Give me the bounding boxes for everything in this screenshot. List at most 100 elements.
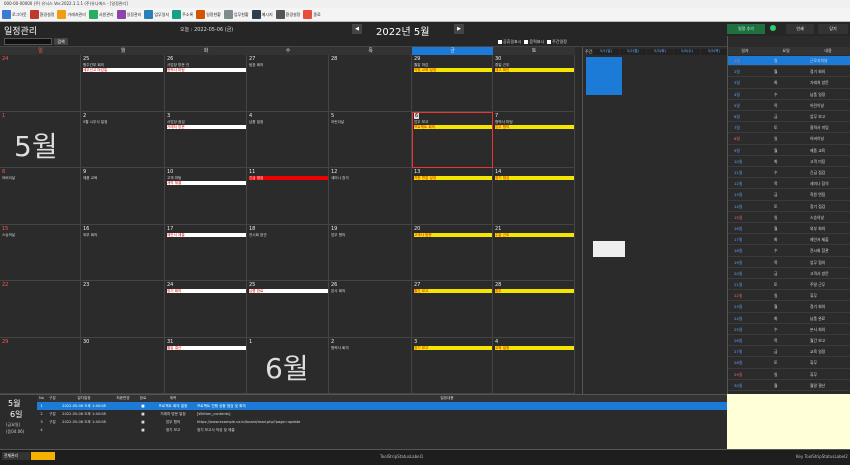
table-row[interactable]: 1 2022-05-06 오후 1:40:08 ■ 프로젝트 회의 일정 프로젝트 진행… (37, 402, 727, 410)
toolbar-button[interactable]: 일정관리 (116, 9, 141, 20)
calendar-day[interactable]: 7 협력사 미팅 업무 협의 (493, 111, 575, 168)
calendar-event[interactable]: 어린이날 (331, 120, 411, 124)
table-cell[interactable]: ■ (137, 410, 149, 418)
status-tab-active[interactable] (31, 452, 55, 460)
calendar-event[interactable]: 외부 회의 (83, 233, 163, 237)
table-row[interactable]: 3 구분 2022-05-06 오후 1:40:08 ■ 업무 협의 https://ww… (37, 418, 727, 426)
list-item[interactable]: 5일 목 어린이날 (728, 101, 850, 112)
calendar-event[interactable]: 세미나 참석 (331, 176, 411, 180)
calendar-event[interactable]: 휴무 (495, 289, 574, 293)
calendar-event[interactable]: 본사 회의 (331, 289, 411, 293)
calendar-day[interactable]: 4 납품 일정 (247, 111, 329, 168)
calendar-event[interactable]: 협력사 미팅 (167, 68, 246, 72)
list-item[interactable]: 22일 일 휴무 (728, 291, 850, 302)
list-item[interactable]: 3일 화 거래처 방문 (728, 78, 850, 89)
calendar-day[interactable]: 12 세미나 참석 (329, 168, 412, 225)
status-tab-manage[interactable]: 전체관리 (2, 452, 30, 460)
calendar-event[interactable]: 계약 체결 (167, 181, 246, 185)
list-item[interactable]: 9일 월 제품 교육 (728, 146, 850, 156)
toolbar-button[interactable]: 환경설정 (275, 9, 300, 20)
list-item[interactable]: 11일 수 긴급 점검 (728, 168, 850, 179)
refresh-icon[interactable] (770, 25, 776, 31)
calendar-event[interactable]: 정기 점검 (495, 176, 574, 180)
list-item[interactable]: 30일 월 월말 결산 (728, 381, 850, 392)
calendar-event[interactable]: 스승의날 (2, 233, 80, 237)
list-item[interactable]: 19일 목 업무 협의 (728, 258, 850, 268)
toolbar-button[interactable]: 일정현황 (196, 9, 221, 20)
calendar-event[interactable]: 직원 면접 일정 (414, 176, 492, 180)
table-row[interactable]: 2 구분 2022-05-06 오후 1:40:08 ■ 거래처 방문 일정 [Writt… (37, 410, 727, 418)
calendar-event[interactable]: 휴일 근무 (495, 63, 574, 67)
week-note-block[interactable] (593, 241, 625, 257)
toolbar-button[interactable]: 업무현황 (223, 9, 249, 20)
list-item[interactable]: 21일 토 주말 근무 (728, 280, 850, 291)
list-item[interactable]: 6일 금 업무 보고 (728, 112, 850, 123)
calendar-day[interactable]: 26 본사 회의 (329, 281, 412, 338)
toolbar-button[interactable]: 거래처관리 (57, 9, 86, 20)
calendar-event[interactable]: 고객사 방문 (414, 232, 492, 237)
filter-checkbox[interactable]: 공휴일표시 (498, 38, 521, 45)
calendar-day[interactable]: 15 스승의날 (0, 224, 81, 281)
list-item[interactable]: 10일 화 고객 미팅 (728, 157, 850, 168)
list-item[interactable]: 12일 목 세미나 참석 (728, 179, 850, 190)
calendar-day[interactable]: 3 사업장 점검 거래처 방문 (165, 111, 247, 168)
table-row[interactable]: 4 ■ 정기 보고 정기 보고서 작성 및 제출 (37, 426, 727, 434)
list-item[interactable]: 13일 금 직원 면접 (728, 190, 850, 201)
toolbar-button[interactable]: 주소록 (172, 9, 193, 20)
calendar-day[interactable]: 30 휴일 근무 재고 확인 (493, 55, 575, 112)
calendar-event[interactable]: 제품 교육 (83, 176, 163, 180)
calendar-day[interactable]: 24 정기 회의 (165, 281, 247, 338)
calendar-event[interactable]: 납품 일정 (249, 120, 328, 124)
calendar-day[interactable]: 3 정기 보고 (412, 337, 493, 394)
list-item[interactable]: 20일 금 고객사 방문 (728, 269, 850, 280)
toolbar-button[interactable]: 사원관리 (88, 9, 114, 20)
prev-month-button[interactable]: ◀ (352, 24, 362, 34)
calendar-day[interactable]: 20 고객사 방문 (412, 224, 493, 281)
list-item[interactable]: 25일 수 본사 회의 (728, 325, 850, 336)
calendar-event[interactable]: 거래처 방문 (167, 124, 246, 129)
list-item[interactable]: 17일 화 제안서 제출 (728, 235, 850, 246)
calendar-event[interactable]: 팀장 회의 (249, 63, 328, 67)
calendar-event[interactable]: 사업장 방문 건 (167, 63, 246, 67)
calendar-day[interactable]: 11 긴급 점검 (247, 168, 329, 225)
filter-checkbox[interactable]: 주간일정 (547, 38, 567, 45)
week-highlight-block[interactable] (586, 57, 622, 95)
calendar-day[interactable]: 27 월간 보고 (412, 281, 493, 338)
calendar-day[interactable]: 26 사업장 방문 건 협력사 미팅 (165, 55, 247, 112)
toolbar-button[interactable]: 환경설정 (29, 9, 54, 20)
close-button[interactable]: 닫기 (818, 24, 848, 34)
calendar-event[interactable]: 월말 마감 (414, 63, 492, 67)
calendar-event[interactable]: 협력사 미팅 (495, 120, 574, 124)
print-button[interactable]: 인쇄 (786, 24, 814, 34)
calendar-day[interactable]: 21 주말 근무 (493, 224, 575, 281)
calendar-day[interactable]: 24 (0, 55, 81, 112)
calendar-day[interactable]: 5 어린이날 (329, 111, 412, 168)
list-item[interactable]: 8일 일 어버이날 (728, 134, 850, 145)
calendar-event[interactable]: 업무 협의 (495, 124, 574, 129)
calendar-day[interactable]: 22 (0, 281, 81, 338)
list-item[interactable]: 29일 일 휴무 (728, 370, 850, 380)
calendar-event[interactable]: 어버이날 (2, 176, 80, 180)
calendar-event[interactable]: 정기 보고 (414, 345, 492, 350)
toolbar-button[interactable]: 메시지 (251, 9, 273, 20)
calendar-event[interactable]: 긴급 점검 (249, 176, 328, 180)
calendar-event[interactable]: 원주간부 회의 (83, 63, 163, 67)
list-item[interactable]: 28일 토 휴무 (728, 358, 850, 369)
calendar-day[interactable]: 28 (329, 55, 412, 112)
calendar-event[interactable]: 월말 결산 (167, 345, 246, 350)
calendar-day[interactable]: 9 제품 교육 (81, 168, 165, 225)
toolbar-button[interactable]: 종료 (303, 9, 321, 20)
list-item[interactable]: 1일 일 근로자의날 (728, 56, 850, 67)
calendar-event[interactable]: 고객 미팅 (167, 176, 246, 180)
calendar-event[interactable]: 직원 교육 일정 (414, 68, 492, 72)
calendar-day[interactable]: 30 (81, 337, 165, 394)
calendar-day[interactable]: 23 (81, 281, 165, 338)
calendar-day[interactable]: 25 원주간부 회의 세무신고 마감일 (81, 55, 165, 112)
calendar-day[interactable]: 29 월말 마감 직원 교육 일정 (412, 55, 493, 112)
list-item[interactable]: 18일 수 전시회 참관 (728, 246, 850, 257)
week-column-header[interactable]: 5/4(수) (674, 49, 700, 55)
calendar-day[interactable]: 18 전시회 참관 (247, 224, 329, 281)
calendar-day[interactable]: 27 팀장 회의 (247, 55, 329, 112)
next-month-button[interactable]: ▶ (454, 24, 464, 34)
list-item[interactable]: 2일 월 정기 회의 (728, 67, 850, 78)
